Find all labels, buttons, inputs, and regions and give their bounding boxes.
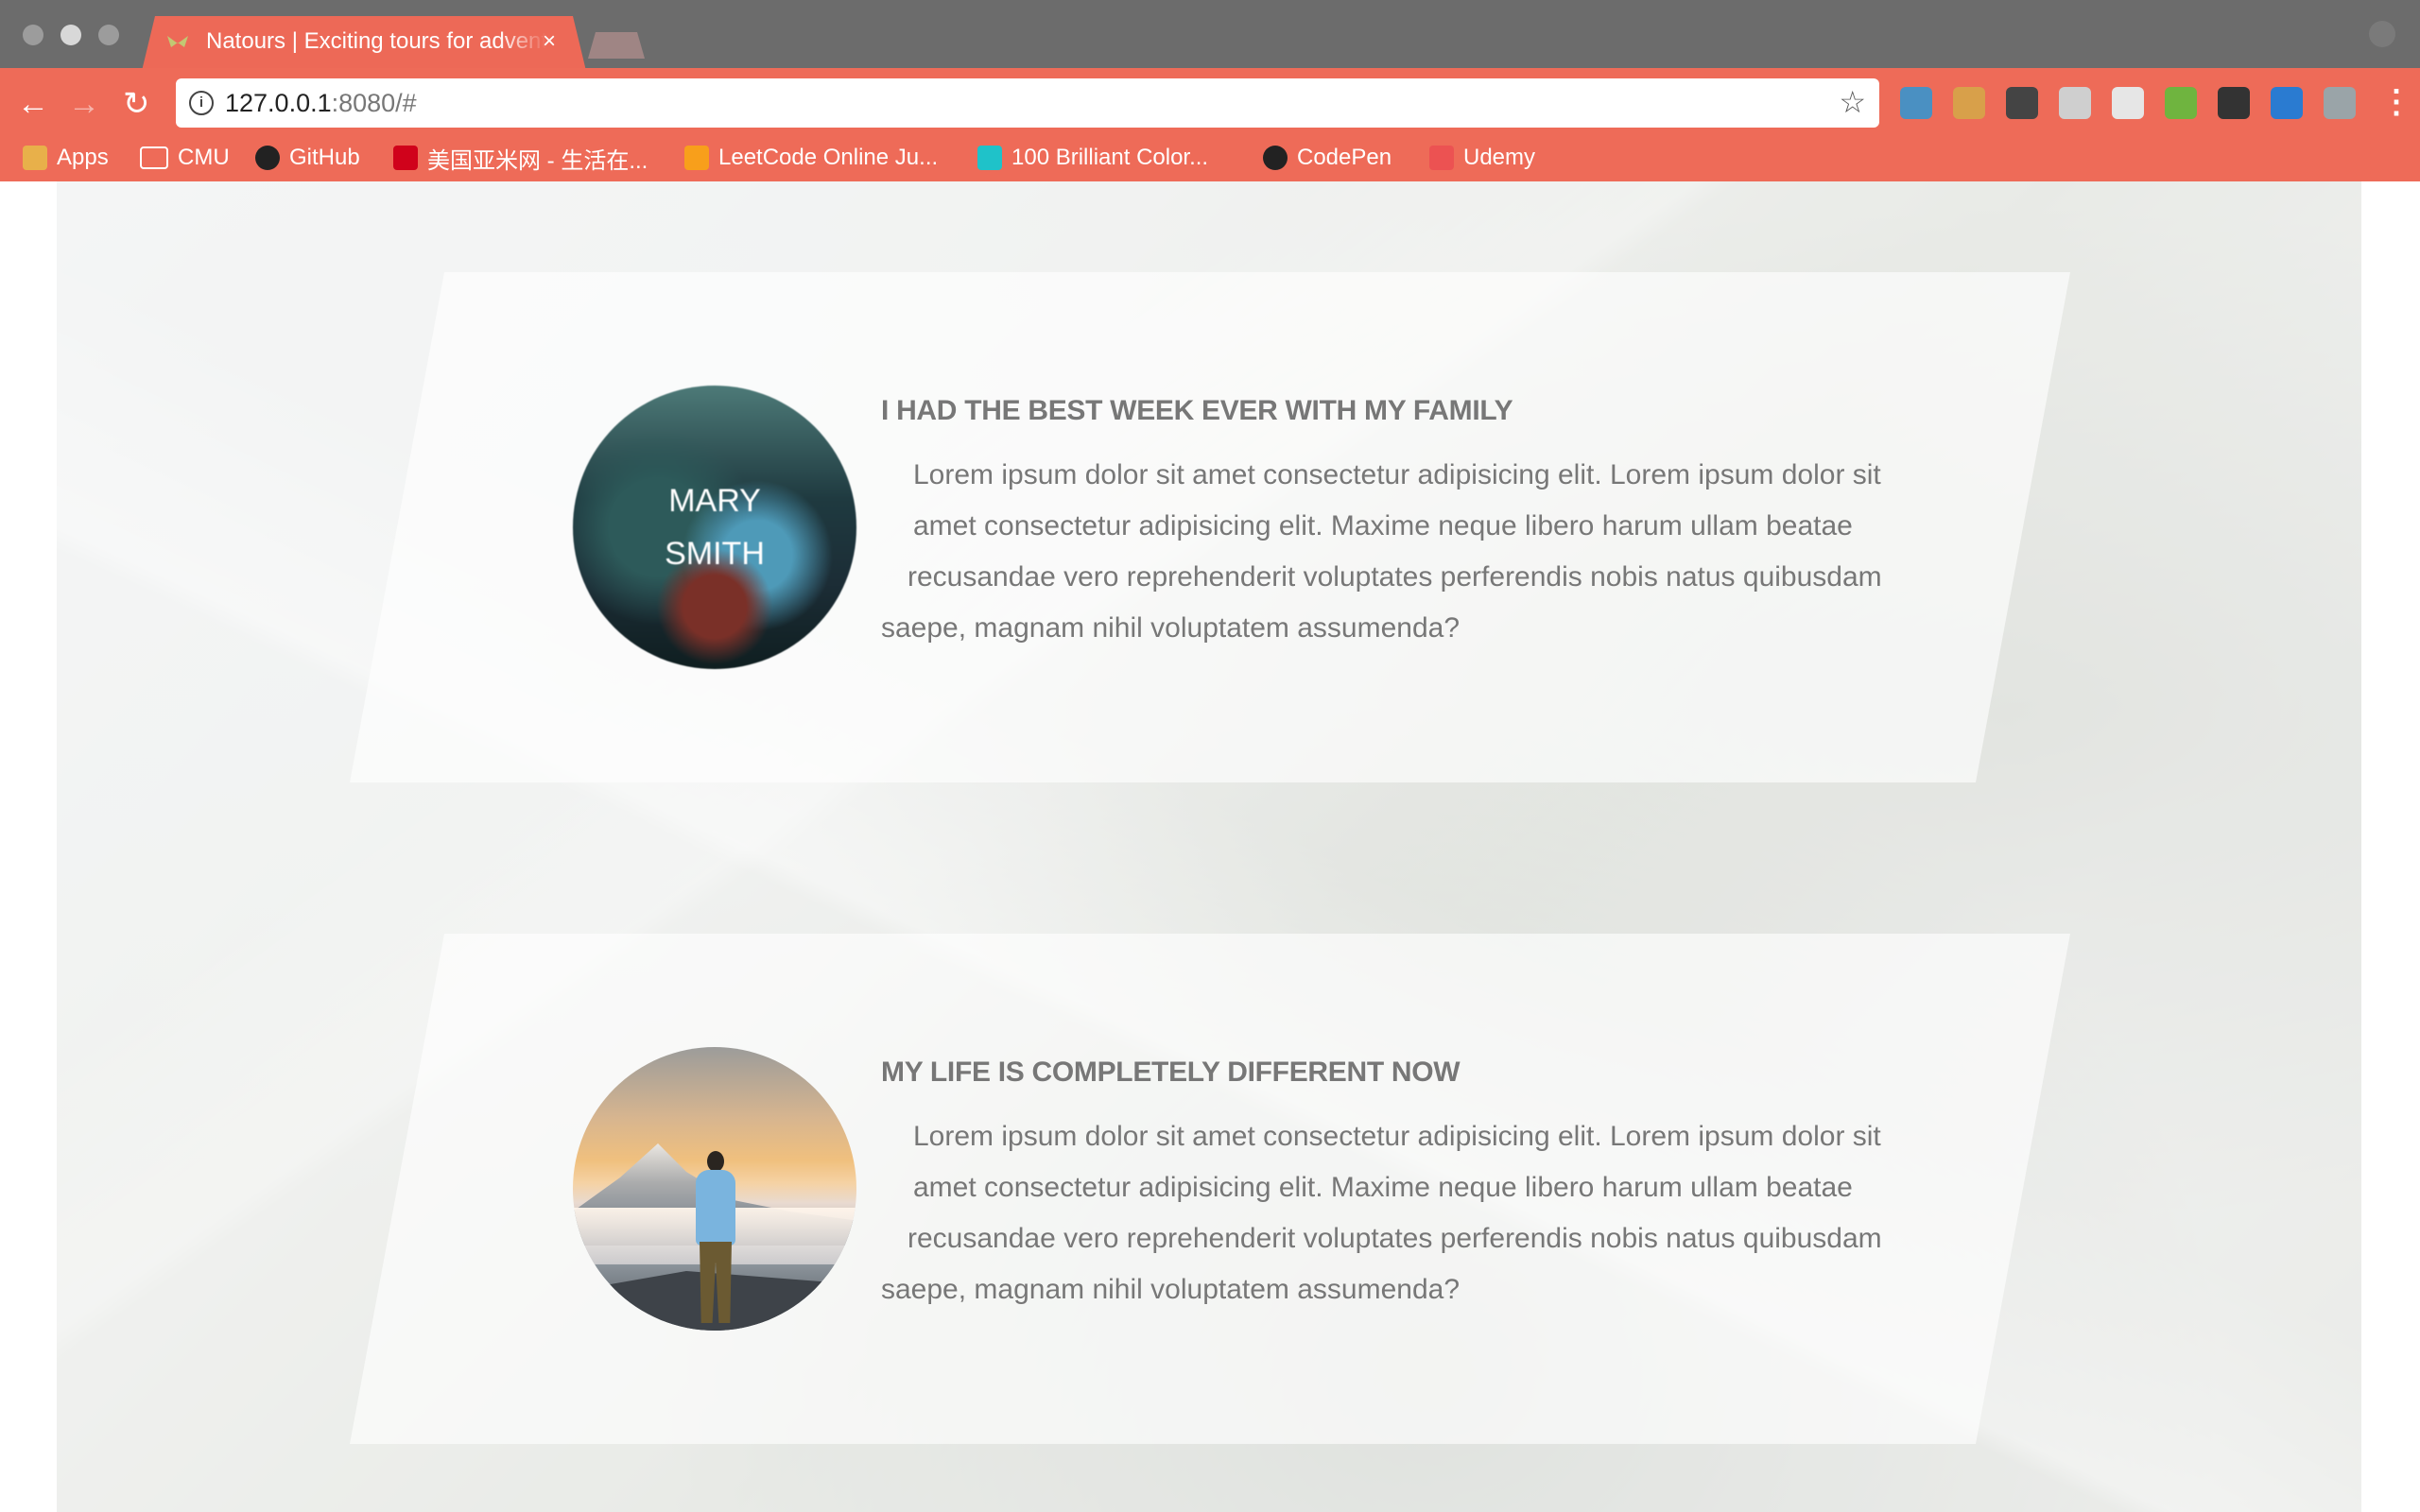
bookmark-item[interactable]: Udemy: [1429, 142, 1535, 174]
bookmark-item[interactable]: CMU: [140, 142, 230, 174]
bookmark-label: 美国亚米网 - 生活在...: [427, 147, 648, 174]
profile-icon[interactable]: [2369, 21, 2395, 47]
back-icon[interactable]: ←: [17, 85, 49, 123]
bookmark-item[interactable]: 100 Brilliant Color...: [977, 142, 1208, 174]
story-card: Mary Smith I had the best week ever with…: [350, 272, 2070, 782]
reload-icon[interactable]: ↻: [123, 85, 150, 123]
story-card: My life is completely different now Lore…: [350, 934, 2070, 1444]
canva-icon: [977, 146, 1002, 170]
hiker-figure: [684, 1151, 745, 1331]
bookmark-label: CodePen: [1297, 145, 1392, 170]
bookmark-item[interactable]: GitHub: [255, 142, 360, 174]
notification-extension-icon[interactable]: [2218, 87, 2250, 119]
eyedropper-extension-icon[interactable]: [2006, 87, 2038, 119]
story-avatar: Mary Smith: [573, 386, 856, 669]
story-text: Lorem ipsum dolor sit amet consectetur a…: [881, 450, 1968, 654]
tab-title[interactable]: Natours | Exciting tours for adventurous…: [206, 28, 546, 55]
leetcode-icon: [684, 146, 709, 170]
testimonials-section: Mary Smith I had the best week ever with…: [57, 181, 2361, 1512]
minimize-window-button[interactable]: [60, 25, 81, 45]
folder-icon: [140, 146, 168, 169]
bookmark-label: GitHub: [289, 145, 360, 170]
story-text-line: saepe, magnam nihil voluptatem assumenda…: [881, 612, 1461, 644]
jb-extension-icon[interactable]: [2059, 87, 2091, 119]
bookmark-label: CMU: [178, 145, 230, 170]
url-host: 127.0.0.1: [225, 89, 332, 117]
shield-extension-icon[interactable]: [1900, 87, 1932, 119]
download-extension-icon[interactable]: [2165, 87, 2197, 119]
new-tab-button[interactable]: [588, 32, 645, 59]
bookmark-label: 100 Brilliant Color...: [1011, 145, 1209, 170]
browser-menu-icon[interactable]: ⋮: [2380, 83, 2412, 121]
maximize-window-button[interactable]: [98, 25, 119, 45]
cookie-extension-icon[interactable]: [1953, 87, 1985, 119]
story-avatar: [573, 1047, 856, 1331]
bookmark-label: Apps: [57, 145, 109, 170]
codepen-icon: [1263, 146, 1288, 170]
bookmark-label: LeetCode Online Ju...: [718, 145, 939, 170]
pocket-extension-icon[interactable]: [2271, 87, 2303, 119]
forward-icon[interactable]: →: [68, 85, 100, 123]
bookmarks-bar: Apps CMU GitHub 美国亚米网 - 生活在... LeetCode Onli…: [0, 136, 2420, 180]
bookmark-item[interactable]: LeetCode Online Ju...: [684, 142, 938, 174]
site-info-icon[interactable]: i: [189, 91, 214, 115]
github-icon: [255, 146, 280, 170]
apps-icon: [23, 146, 47, 170]
url-path: :8080/#: [331, 89, 417, 117]
udemy-icon: [1429, 146, 1454, 170]
tab-close-icon[interactable]: ×: [543, 28, 556, 55]
bookmark-item[interactable]: 美国亚米网 - 生活在...: [393, 142, 648, 174]
story-title: My life is completely different now: [881, 1057, 1461, 1088]
yamibuy-icon: [393, 146, 418, 170]
story-text: Lorem ipsum dolor sit amet consectetur a…: [881, 1111, 1968, 1315]
avatar-caption-first: Mary: [668, 483, 761, 519]
bookmark-star-icon[interactable]: ☆: [1839, 84, 1866, 120]
story-text-line: saepe, magnam nihil voluptatem assumenda…: [881, 1274, 1461, 1305]
b-extension-icon[interactable]: [2112, 87, 2144, 119]
story-text-line: Lorem ipsum dolor sit amet consectetur a…: [913, 459, 1881, 490]
url-text[interactable]: 127.0.0.1:8080/#: [225, 89, 417, 118]
bookmark-item[interactable]: CodePen: [1263, 142, 1392, 174]
story-text-line: amet consectetur adipisicing elit. Maxim…: [913, 1172, 1853, 1203]
story-title: I had the best week ever with my family: [881, 395, 1513, 426]
story-text-line: amet consectetur adipisicing elit. Maxim…: [913, 510, 1853, 541]
bookmark-item[interactable]: Apps: [23, 142, 109, 174]
vue-extension-icon[interactable]: [2324, 87, 2356, 119]
avatar-caption: Mary Smith: [573, 386, 856, 669]
natours-favicon-icon: [167, 36, 188, 47]
avatar-caption-last: Smith: [665, 536, 765, 572]
story-text-line: recusandae vero reprehenderit voluptates…: [908, 561, 1882, 593]
address-bar[interactable]: i 127.0.0.1:8080/# ☆: [176, 78, 1879, 128]
bookmark-label: Udemy: [1463, 145, 1536, 170]
story-text-line: Lorem ipsum dolor sit amet consectetur a…: [913, 1121, 1881, 1152]
close-window-button[interactable]: [23, 25, 43, 45]
story-text-line: recusandae vero reprehenderit voluptates…: [908, 1223, 1882, 1254]
